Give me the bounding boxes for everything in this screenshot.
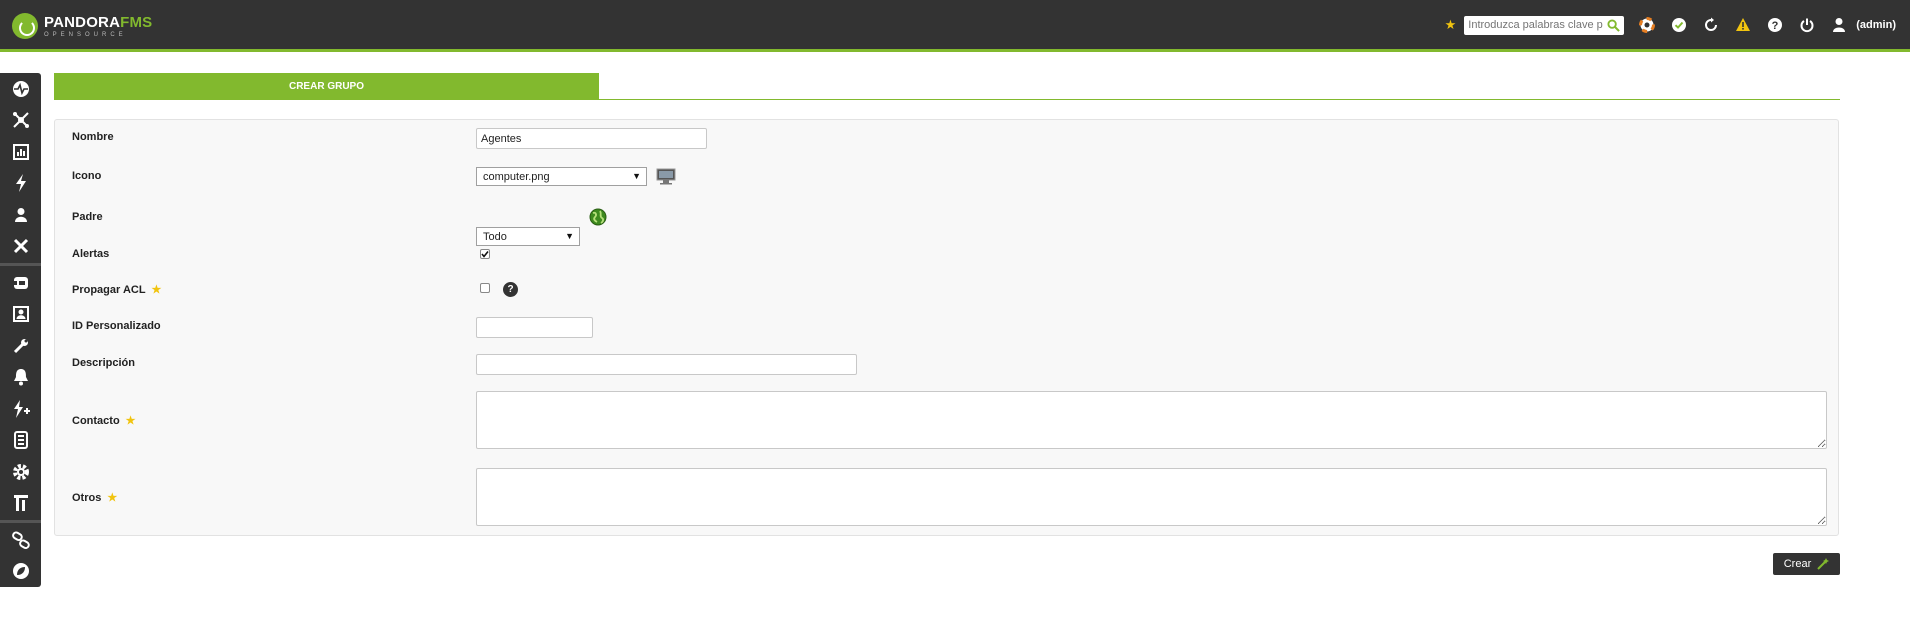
lifebuoy-icon[interactable] <box>1638 16 1656 34</box>
computer-icon <box>656 168 676 188</box>
descripcion-label: Descripción <box>72 357 135 369</box>
descripcion-input[interactable] <box>476 354 857 375</box>
propagar-acl-checkbox[interactable] <box>480 283 490 293</box>
user-icon[interactable] <box>1830 16 1848 34</box>
links-icon[interactable] <box>0 524 41 556</box>
power-icon[interactable] <box>1798 16 1816 34</box>
logo-secondary-text: FMS <box>120 14 153 31</box>
crear-button[interactable]: Crear <box>1773 553 1840 575</box>
user-name-link[interactable]: (admin) <box>1856 19 1896 31</box>
side-menu <box>0 73 41 587</box>
help-icon[interactable]: ? <box>1766 16 1784 34</box>
pandora-logo-icon <box>12 13 38 39</box>
alertas-checkbox[interactable] <box>480 249 490 259</box>
module-icon[interactable] <box>0 425 41 457</box>
logo-subtitle: OPENSOURCE <box>44 32 127 38</box>
pandora-logo-icon[interactable] <box>0 556 41 588</box>
contacto-label: Contacto ★ <box>72 414 136 428</box>
profiles-icon[interactable] <box>0 299 41 331</box>
alerts-bell-icon[interactable] <box>0 362 41 394</box>
icono-label: Icono <box>72 170 102 182</box>
extensions-icon[interactable] <box>0 488 41 520</box>
propagar-acl-label: Propagar ACL ★ <box>72 283 162 297</box>
setup-wrench-icon[interactable] <box>0 330 41 362</box>
reports-icon[interactable] <box>0 136 41 168</box>
menu-separator <box>0 520 41 523</box>
icono-select[interactable]: computer.png ▼ <box>476 167 647 186</box>
magic-wand-icon <box>1817 558 1830 570</box>
settings-gear-icon[interactable] <box>0 456 41 488</box>
search-input[interactable] <box>1468 19 1608 31</box>
nombre-input[interactable] <box>476 128 707 149</box>
search-icon[interactable] <box>1607 18 1621 32</box>
svg-text:?: ? <box>1772 20 1779 32</box>
enterprise-star-icon: ★ <box>107 492 118 504</box>
tab-crear-grupo[interactable]: CREAR GRUPO <box>54 73 599 100</box>
warning-icon[interactable] <box>1734 16 1752 34</box>
padre-select[interactable]: Todo ▼ <box>476 227 580 246</box>
padre-label: Padre <box>72 211 103 223</box>
top-header: PANDORAFMS OPENSOURCE ★ ? (admin <box>0 0 1910 52</box>
menu-separator <box>0 263 41 266</box>
id-personalizado-label: ID Personalizado <box>72 320 161 332</box>
help-icon[interactable]: ? <box>503 282 518 297</box>
dropdown-arrow-icon: ▼ <box>565 231 574 241</box>
contacto-textarea[interactable] <box>476 391 1827 449</box>
header-toolbar: ★ ? (admin) <box>1445 14 1896 36</box>
globe-icon <box>589 208 607 229</box>
id-personalizado-input[interactable] <box>476 317 593 338</box>
otros-label: Otros ★ <box>72 491 118 505</box>
tools-icon[interactable] <box>0 231 41 263</box>
otros-textarea[interactable] <box>476 468 1827 526</box>
events-icon[interactable] <box>0 168 41 200</box>
enterprise-star-icon: ★ <box>125 415 136 427</box>
crear-button-label: Crear <box>1783 558 1812 570</box>
users-icon[interactable] <box>0 199 41 231</box>
dropdown-arrow-icon: ▼ <box>632 171 641 181</box>
servers-icon[interactable] <box>0 393 41 425</box>
monitoring-icon[interactable] <box>0 73 41 105</box>
checkmark-icon <box>481 251 489 258</box>
logo-primary-text: PANDORA <box>44 14 121 31</box>
network-icon[interactable] <box>0 105 41 137</box>
favorite-star-icon[interactable]: ★ <box>1445 17 1457 33</box>
refresh-icon[interactable] <box>1702 16 1720 34</box>
pandora-logo[interactable]: PANDORAFMS OPENSOURCE <box>12 12 152 40</box>
tab-underline <box>54 99 1840 100</box>
check-circle-icon[interactable] <box>1670 16 1688 34</box>
alertas-label: Alertas <box>72 248 110 260</box>
resources-icon[interactable] <box>0 267 41 299</box>
search-field <box>1464 15 1625 35</box>
nombre-label: Nombre <box>72 131 114 143</box>
enterprise-star-icon: ★ <box>151 284 162 296</box>
